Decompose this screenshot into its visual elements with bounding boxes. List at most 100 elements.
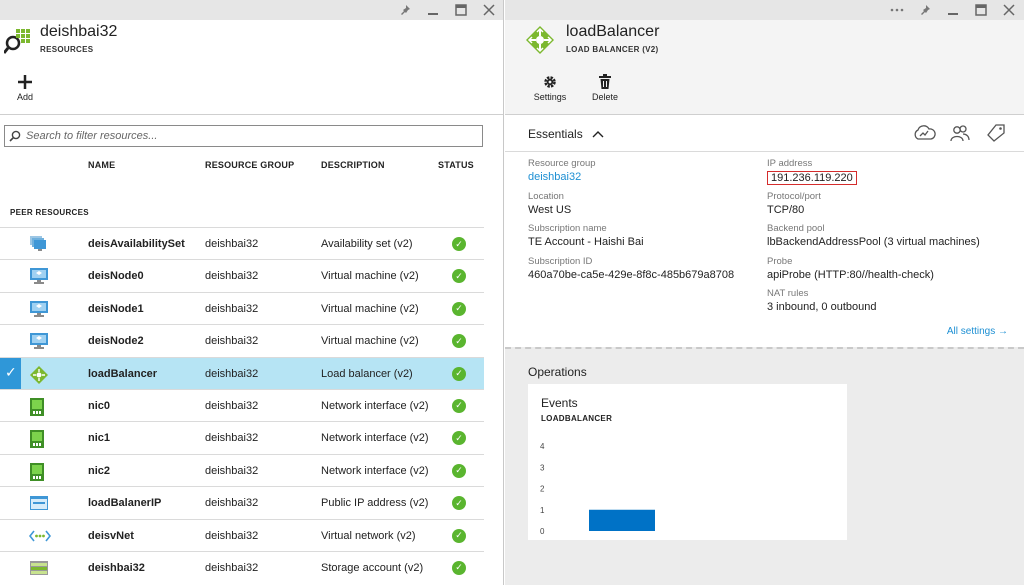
add-label: Add bbox=[16, 92, 33, 102]
row-name: deisNode1 bbox=[88, 302, 144, 315]
essentials-protocol: Protocol/port TCP/80 bbox=[767, 191, 821, 216]
status-ok-icon: ✓ bbox=[452, 237, 466, 251]
maximize-icon[interactable] bbox=[454, 3, 468, 17]
blade-header: loadBalancer LOAD BALANCER (V2) Settings… bbox=[505, 20, 1024, 115]
network-interface-icon bbox=[29, 462, 49, 481]
column-header-name[interactable]: NAME bbox=[88, 160, 115, 170]
add-button[interactable]: Add bbox=[2, 72, 48, 102]
table-row[interactable]: loadBalanerIP deishbai32 Public IP address… bbox=[0, 486, 484, 518]
virtual-network-icon bbox=[28, 527, 52, 545]
operations-section: Operations Events LOADBALANCER 0 1 2 3 4 bbox=[505, 347, 1024, 585]
all-settings-link[interactable]: All settings → bbox=[947, 326, 1008, 337]
row-name: deisNode0 bbox=[88, 270, 144, 283]
network-interface-icon bbox=[29, 429, 49, 449]
tag-icon[interactable] bbox=[984, 124, 1006, 142]
plus-icon bbox=[2, 72, 48, 92]
blade-title: deishbai32 bbox=[40, 23, 118, 40]
status-ok-icon: ✓ bbox=[452, 496, 466, 511]
row-description: Virtual machine (v2) bbox=[321, 335, 419, 348]
table-row[interactable]: nic1 deishbai32 Network interface (v2) ✓ bbox=[0, 421, 484, 453]
minimize-icon[interactable] bbox=[426, 3, 440, 17]
delete-label: Delete bbox=[591, 92, 618, 102]
row-resource-group: deishbai32 bbox=[205, 302, 259, 315]
table-row[interactable]: ✓ loadBalancer deishbai32 Load balancer (v2… bbox=[0, 356, 484, 389]
table-row[interactable]: deisNode2 deishbai32 Virtual machine (v2) ✓ bbox=[0, 324, 484, 356]
cloud-monitor-icon[interactable] bbox=[912, 124, 936, 142]
resource-group-link[interactable]: deishbai32 bbox=[528, 171, 596, 183]
pin-icon[interactable] bbox=[398, 3, 412, 17]
nat-rules-label: NAT rules bbox=[767, 288, 809, 299]
minimize-icon[interactable] bbox=[946, 3, 960, 17]
network-interface-icon bbox=[29, 397, 49, 416]
events-tile[interactable]: Events LOADBALANCER 0 1 2 3 4 bbox=[528, 384, 847, 540]
row-resource-group: deishbai32 bbox=[205, 561, 259, 574]
blade-chrome bbox=[505, 0, 1024, 20]
checkmark-icon: ✓ bbox=[5, 363, 17, 380]
delete-button[interactable]: Delete bbox=[582, 72, 628, 102]
table-row[interactable]: deisAvailabilitySet deishbai32 Availabilit… bbox=[0, 227, 484, 259]
table-row[interactable]: deisNode1 deishbai32 Virtual machine (v2) ✓ bbox=[0, 291, 484, 324]
ip-address-label: IP address bbox=[767, 158, 813, 169]
resource-group-label: Resource group bbox=[528, 158, 596, 169]
settings-button[interactable]: Settings bbox=[527, 72, 573, 102]
y-tick-label: 1 bbox=[540, 506, 545, 515]
y-tick-label: 2 bbox=[540, 485, 545, 494]
row-description: Network interface (v2) bbox=[321, 464, 429, 477]
maximize-icon[interactable] bbox=[974, 3, 988, 17]
row-resource-group: deishbai32 bbox=[205, 432, 259, 445]
table-row[interactable]: deishbai32 deishbai32 Storage account (v2)… bbox=[0, 550, 484, 583]
status-ok-icon: ✓ bbox=[452, 528, 466, 543]
resource-list: deisAvailabilitySet deishbai32 Availabilit… bbox=[0, 227, 484, 583]
table-row[interactable]: nic2 deishbai32 Network interface (v2) ✓ bbox=[0, 453, 484, 486]
virtual-machine-icon bbox=[29, 267, 49, 285]
chart-bar[interactable] bbox=[589, 509, 655, 531]
close-icon[interactable] bbox=[482, 3, 496, 17]
subscription-name-value: TE Account - Haishi Bai bbox=[528, 236, 644, 248]
location-label: Location bbox=[528, 191, 564, 202]
row-description: Virtual machine (v2) bbox=[321, 302, 419, 315]
status-ok-icon: ✓ bbox=[452, 366, 466, 381]
row-resource-group: deishbai32 bbox=[205, 270, 259, 283]
row-description: Virtual machine (v2) bbox=[321, 270, 419, 283]
more-icon[interactable] bbox=[890, 3, 904, 17]
row-description: Storage account (v2) bbox=[321, 561, 424, 574]
column-header-resource-group[interactable]: RESOURCE GROUP bbox=[205, 160, 294, 170]
users-icon[interactable] bbox=[948, 124, 970, 142]
search-box[interactable] bbox=[4, 125, 483, 147]
virtual-machine-icon bbox=[29, 332, 49, 350]
chevron-up-icon bbox=[592, 131, 604, 138]
status-ok-icon: ✓ bbox=[452, 301, 466, 316]
essentials-resource-group: Resource group deishbai32 bbox=[528, 158, 596, 183]
resources-blade: deishbai32 RESOURCES Add NAME RESOURCE G… bbox=[0, 0, 504, 585]
status-ok-icon: ✓ bbox=[452, 334, 466, 349]
probe-value: apiProbe (HTTP:80//health-check) bbox=[767, 269, 934, 281]
row-resource-group: deishbai32 bbox=[205, 464, 259, 477]
table-row[interactable]: nic0 deishbai32 Network interface (v2) ✓ bbox=[0, 388, 484, 421]
row-description: Availability set (v2) bbox=[321, 238, 413, 250]
essentials-label: Essentials bbox=[528, 127, 583, 141]
virtual-machine-icon bbox=[29, 300, 49, 318]
table-row[interactable]: deisNode0 deishbai32 Virtual machine (v2) ✓ bbox=[0, 259, 484, 291]
essentials-location: Location West US bbox=[528, 191, 571, 216]
trash-icon bbox=[582, 72, 628, 92]
y-tick-label: 4 bbox=[540, 442, 545, 451]
column-header-status[interactable]: STATUS bbox=[438, 160, 474, 170]
row-name: nic1 bbox=[88, 432, 111, 445]
protocol-label: Protocol/port bbox=[767, 191, 821, 202]
column-header-description[interactable]: DESCRIPTION bbox=[321, 160, 385, 170]
row-resource-group: deishbai32 bbox=[205, 238, 259, 250]
public-ip-icon bbox=[29, 494, 49, 512]
close-icon[interactable] bbox=[1002, 3, 1016, 17]
table-row[interactable]: deisvNet deishbai32 Virtual network (v2) ✓ bbox=[0, 518, 484, 551]
row-resource-group: deishbai32 bbox=[205, 497, 259, 510]
status-ok-icon: ✓ bbox=[452, 269, 466, 284]
row-resource-group: deishbai32 bbox=[205, 529, 259, 542]
essentials-subscription-name: Subscription name TE Account - Haishi Ba… bbox=[528, 223, 644, 248]
events-subtitle: LOADBALANCER bbox=[541, 414, 613, 423]
y-tick-label: 3 bbox=[540, 463, 545, 472]
search-icon bbox=[9, 130, 21, 142]
pin-icon[interactable] bbox=[918, 3, 932, 17]
essentials-toggle[interactable]: Essentials bbox=[528, 127, 604, 141]
row-resource-group: deishbai32 bbox=[205, 367, 259, 380]
search-input[interactable] bbox=[26, 130, 466, 142]
